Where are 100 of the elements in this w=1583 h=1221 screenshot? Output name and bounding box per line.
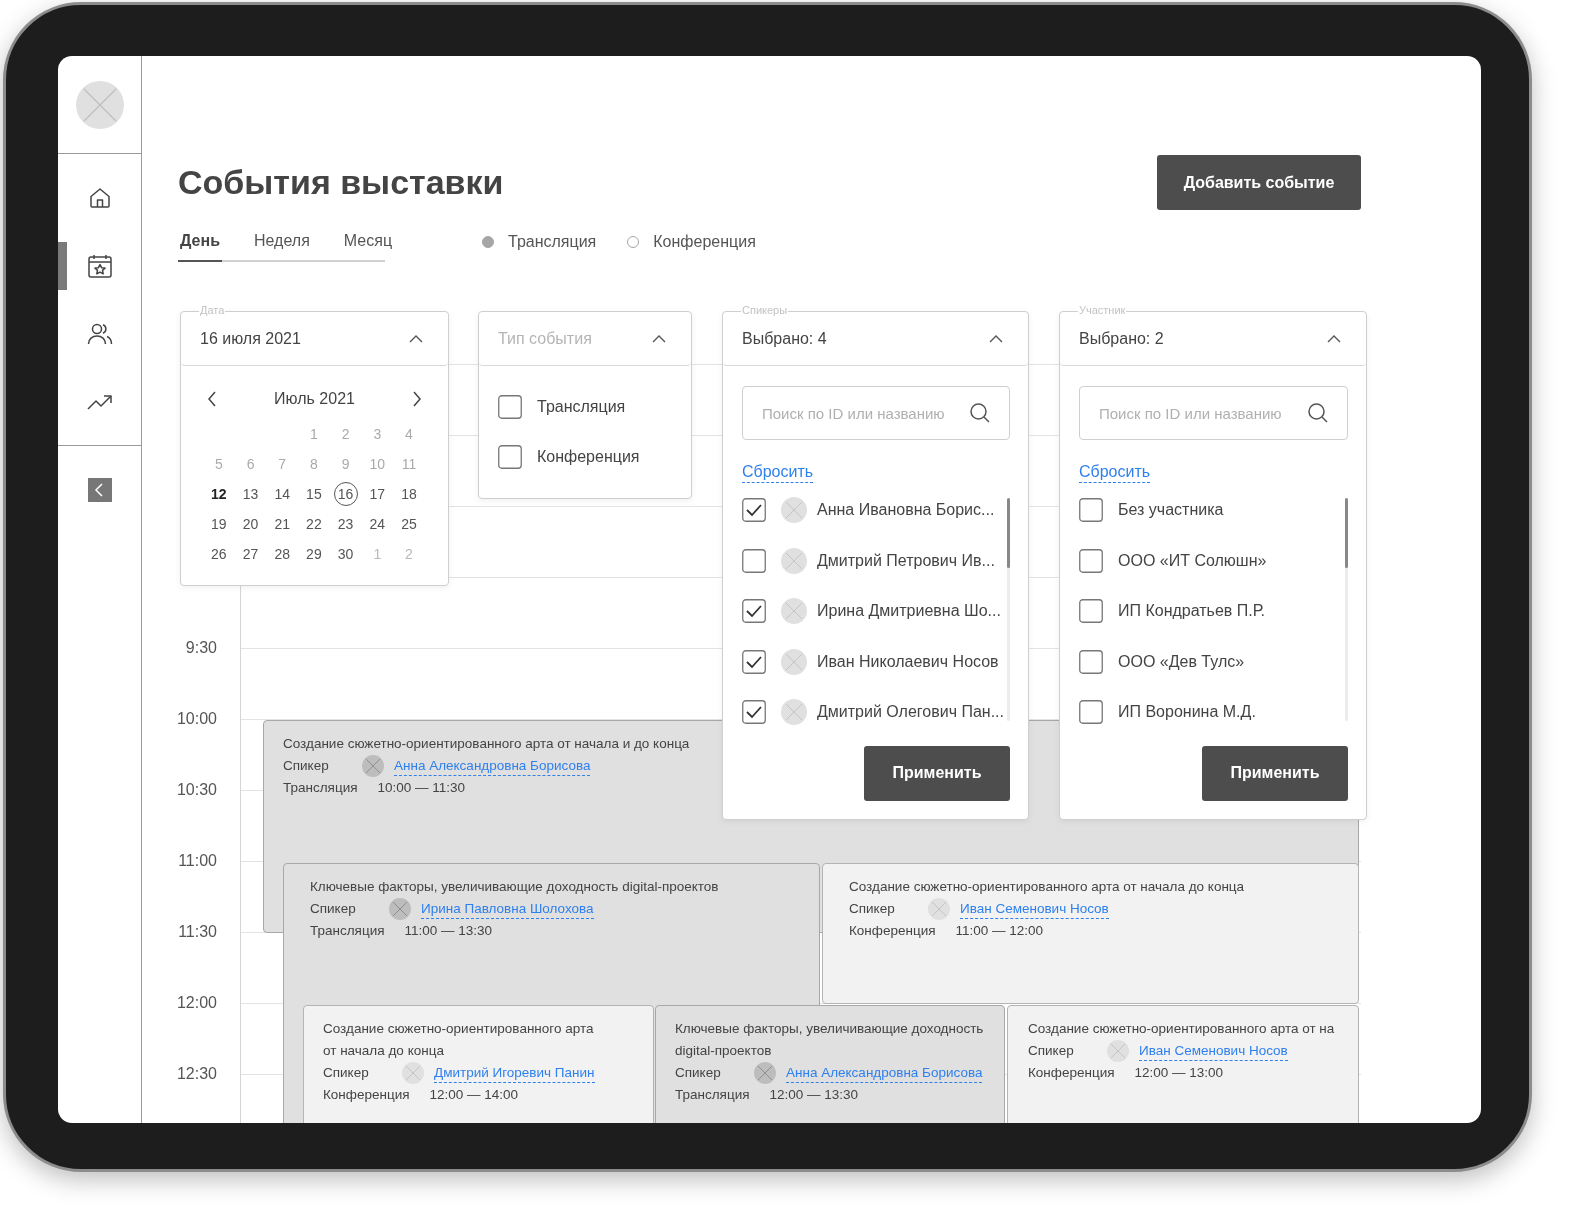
logo-placeholder-icon bbox=[75, 80, 124, 129]
list-item-label: ООО «Дев Тулс» bbox=[1118, 652, 1245, 671]
list-item-label: Без участника bbox=[1118, 501, 1224, 520]
checkbox[interactable] bbox=[498, 395, 522, 419]
calendar-day[interactable]: 13 bbox=[238, 482, 263, 506]
checkbox[interactable] bbox=[742, 498, 766, 523]
trend-up-icon[interactable] bbox=[86, 394, 113, 410]
chevron-icon bbox=[1327, 334, 1341, 343]
avatar-placeholder-icon bbox=[1107, 1040, 1129, 1062]
checkbox[interactable] bbox=[1079, 700, 1103, 725]
previous-month-button[interactable] bbox=[207, 391, 217, 407]
event-card[interactable]: Создание сюжетно-ориентированного арта от на Спикер Иван Семенович Носов Конференция 12:00 — 13:00 bbox=[1007, 1005, 1359, 1123]
checkbox[interactable] bbox=[1079, 498, 1103, 523]
event-type: Трансляция bbox=[310, 922, 385, 940]
scrollbar[interactable] bbox=[1345, 498, 1348, 721]
avatar-placeholder-icon bbox=[781, 648, 807, 675]
legend-label: Трансляция bbox=[508, 233, 597, 251]
option-label: Трансляция bbox=[537, 398, 626, 416]
event-time: 10:00 — 11:30 bbox=[377, 779, 466, 797]
home-icon[interactable] bbox=[87, 186, 112, 210]
event-title: Создание сюжетно-ориентированного арта от на bbox=[1028, 1020, 1336, 1038]
calendar-day[interactable]: 21 bbox=[270, 512, 295, 536]
event-title: Создание сюжетно-ориентированного арта от начала до конца bbox=[849, 878, 1246, 896]
apply-button[interactable]: Применить bbox=[864, 745, 1010, 801]
next-month-button[interactable] bbox=[412, 391, 422, 407]
checkbox[interactable] bbox=[742, 548, 766, 573]
search-field[interactable]: Поиск по ID или названию bbox=[1079, 386, 1348, 440]
view-tab[interactable]: Неделя bbox=[252, 232, 312, 262]
calendar-day[interactable]: 25 bbox=[396, 512, 421, 536]
calendar-day[interactable]: 22 bbox=[301, 512, 326, 536]
users-icon[interactable] bbox=[86, 322, 113, 346]
reset-link[interactable]: Сбросить bbox=[742, 463, 814, 483]
time-label: 10:30 bbox=[176, 780, 217, 800]
speaker-link[interactable]: Иван Семенович Носов bbox=[1139, 1041, 1288, 1061]
view-tab[interactable]: Месяц bbox=[341, 232, 395, 262]
search-icon bbox=[1308, 403, 1328, 423]
reset-link[interactable]: Сбросить bbox=[1079, 463, 1151, 483]
time-label: 9:30 bbox=[185, 638, 217, 658]
calendar-day[interactable]: 18 bbox=[396, 482, 421, 506]
month-label: Июль 2021 bbox=[274, 390, 355, 408]
list-item-label: ИП Кондратьев П.Р. bbox=[1118, 602, 1265, 621]
apply-button[interactable]: Применить bbox=[1202, 745, 1348, 801]
calendar-day[interactable]: 23 bbox=[333, 512, 358, 536]
list-item-label: Дмитрий Олегович Пан... bbox=[817, 703, 1004, 722]
search-icon bbox=[970, 403, 990, 423]
add-event-button[interactable]: Добавить событие bbox=[1157, 155, 1361, 210]
event-title: Ключевые факторы, увеличивающие доходность digital-проектов bbox=[310, 878, 720, 896]
checkbox[interactable] bbox=[498, 445, 522, 469]
calendar-day[interactable]: 24 bbox=[365, 512, 390, 536]
list-item-label: Ирина Дмитриевна Шо... bbox=[817, 602, 1001, 621]
calendar-day[interactable]: 17 bbox=[365, 482, 390, 506]
event-card[interactable]: Создание сюжетно-ориентированного арта от начала до конца Спикер Иван Семенович Носов Конференция 11:00 — 12:00 bbox=[822, 863, 1359, 1004]
event-time: 12:00 — 14:00 bbox=[429, 1086, 519, 1104]
avatar-placeholder-icon bbox=[754, 1062, 776, 1084]
calendar-day[interactable]: 29 bbox=[301, 542, 326, 566]
calendar-day[interactable]: 26 bbox=[206, 542, 231, 566]
event-type: Трансляция bbox=[283, 779, 358, 797]
calendar-day[interactable]: 14 bbox=[270, 482, 295, 506]
field-label: Спикеры bbox=[741, 304, 789, 316]
avatar-placeholder-icon bbox=[402, 1062, 424, 1084]
checkbox[interactable] bbox=[742, 700, 766, 725]
avatar-placeholder-icon bbox=[389, 898, 411, 920]
speaker-label: Спикер bbox=[1028, 1042, 1075, 1060]
calendar-day[interactable]: 27 bbox=[238, 542, 263, 566]
event-title: Создание сюжетно-ориентированного арта от начала до конца bbox=[323, 1020, 595, 1060]
calendar-day[interactable]: 12 bbox=[206, 482, 231, 506]
search-field[interactable]: Поиск по ID или названию bbox=[742, 386, 1010, 440]
calendar-day[interactable]: 15 bbox=[301, 482, 326, 506]
time-label: 12:00 bbox=[176, 993, 217, 1013]
legend-label: Конференция bbox=[653, 233, 756, 251]
event-time: 11:00 — 12:00 bbox=[955, 922, 1044, 940]
list-item-label: Анна Ивановна Борис... bbox=[817, 501, 995, 520]
event-type: Конференция bbox=[849, 922, 936, 940]
calendar-day[interactable]: 19 bbox=[206, 512, 231, 536]
view-tab[interactable]: День bbox=[178, 232, 222, 262]
checkbox[interactable] bbox=[1079, 599, 1103, 624]
event-card[interactable]: Ключевые факторы, увеличивающие доходность digital-проектов Спикер Анна Александровна Борисова Трансляция 12:00 — 13:30 bbox=[655, 1005, 1005, 1123]
speaker-link[interactable]: Иван Семенович Носов bbox=[960, 899, 1109, 919]
calendar-day[interactable]: 30 bbox=[333, 542, 358, 566]
checkbox[interactable] bbox=[742, 599, 766, 624]
checkbox[interactable] bbox=[742, 649, 766, 674]
avatar-placeholder-icon bbox=[781, 547, 807, 574]
collapse-button[interactable] bbox=[87, 478, 112, 502]
field-label: Участник bbox=[1078, 304, 1127, 316]
speaker-label: Спикер bbox=[323, 1064, 370, 1082]
avatar-placeholder-icon bbox=[928, 898, 950, 920]
chevron-icon bbox=[652, 334, 666, 343]
calendar-day[interactable]: 20 bbox=[238, 512, 263, 536]
checkbox[interactable] bbox=[1079, 548, 1103, 573]
time-label: 11:30 bbox=[178, 922, 217, 942]
list-item-label: ИП Воронина М.Д. bbox=[1118, 703, 1256, 722]
event-time: 12:00 — 13:00 bbox=[1134, 1064, 1224, 1082]
time-label: 11:00 bbox=[178, 851, 217, 871]
chevron-icon bbox=[989, 334, 1003, 343]
checkbox[interactable] bbox=[1079, 649, 1103, 674]
calendar-day[interactable]: 28 bbox=[270, 542, 295, 566]
event-card[interactable]: Создание сюжетно-ориентированного арта от начала до конца Спикер Дмитрий Игоревич Панин Конференция 12:00 — 14:00 bbox=[303, 1005, 654, 1123]
event-type: Трансляция bbox=[675, 1086, 750, 1104]
event-time: 11:00 — 13:30 bbox=[404, 922, 493, 940]
scrollbar[interactable] bbox=[1007, 498, 1010, 721]
